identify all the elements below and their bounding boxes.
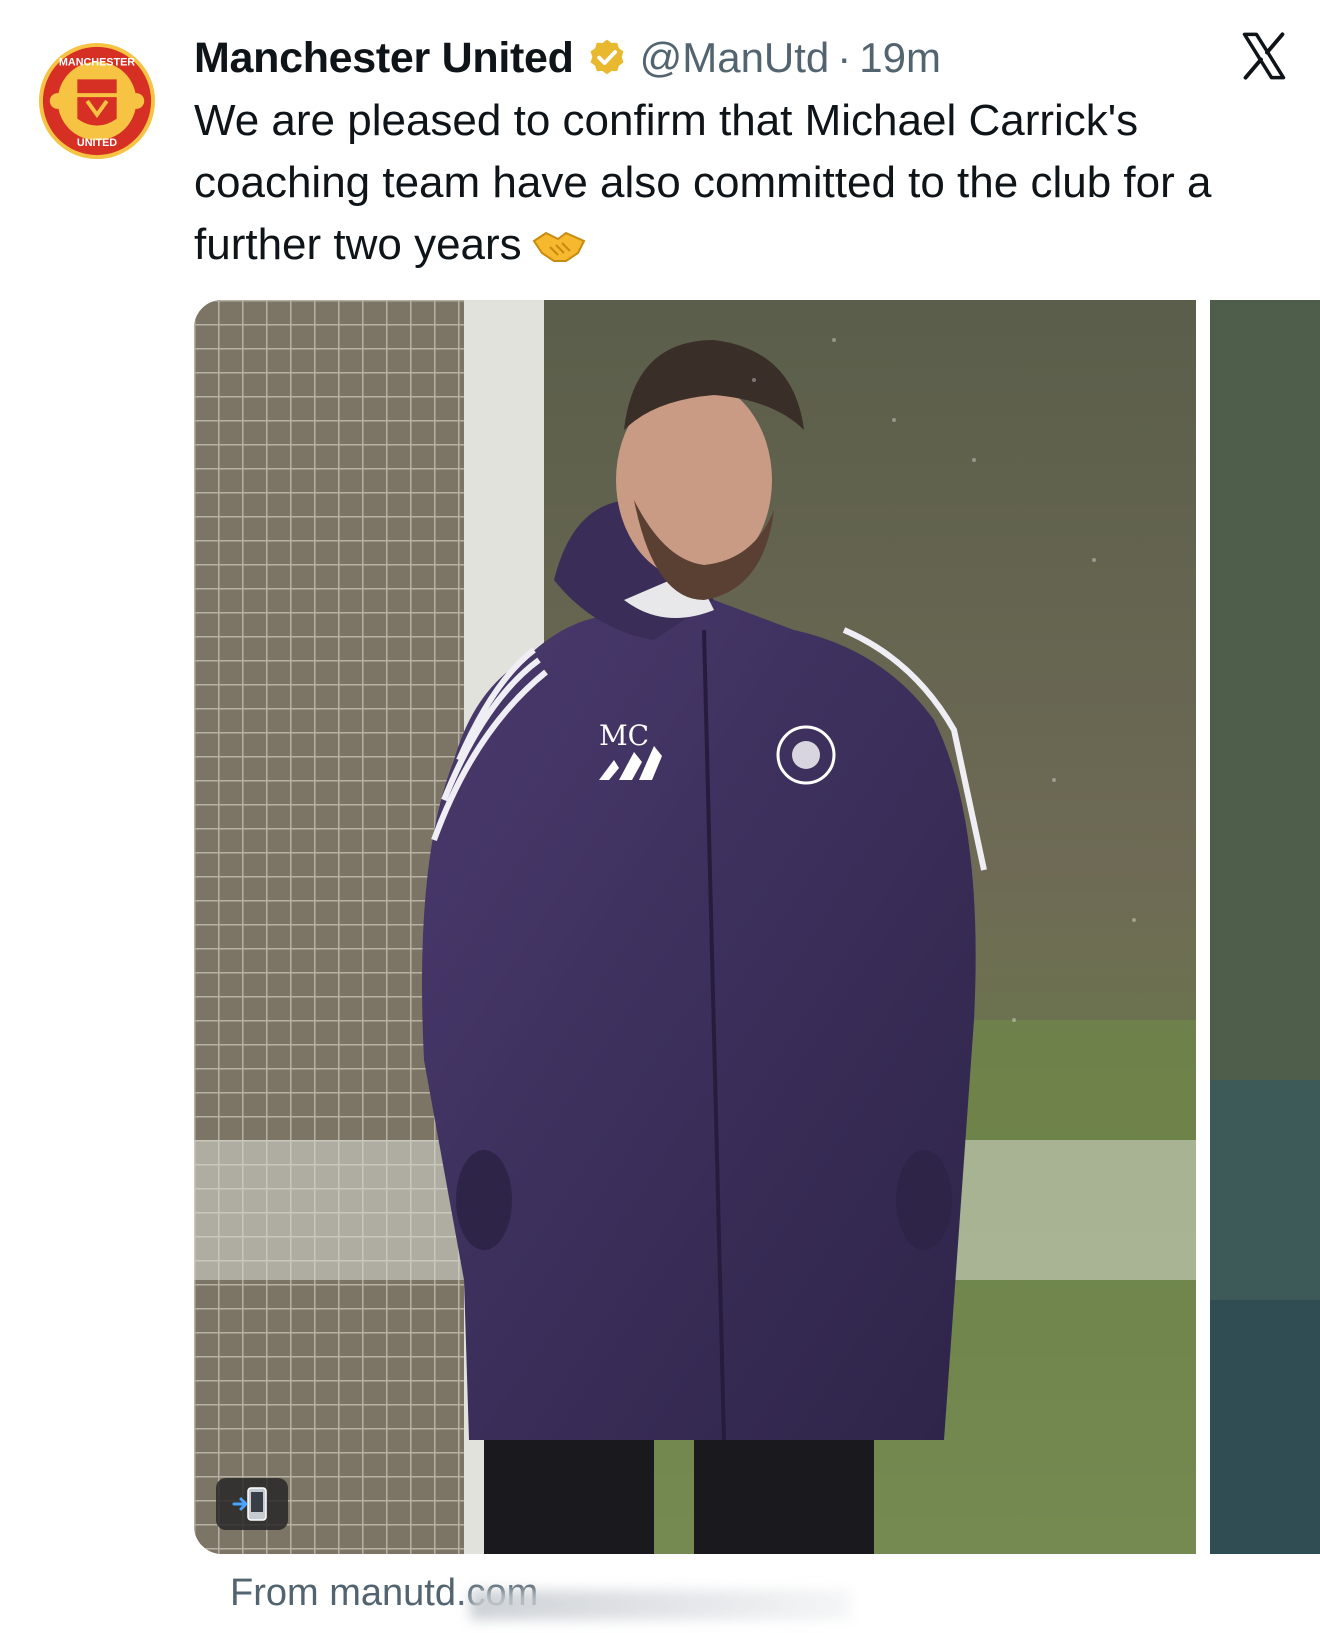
verified-badge-icon[interactable] [586, 37, 628, 79]
photo-coach-in-rain: MC [194, 300, 1196, 1554]
svg-text:UNITED: UNITED [77, 137, 117, 149]
tweet-header: Manchester United @ManUtd · 19m [194, 28, 941, 88]
tweet-photo[interactable]: MC [194, 300, 1196, 1554]
display-name[interactable]: Manchester United [194, 34, 574, 83]
manchester-united-crest-icon: MANCHESTER UNITED [38, 42, 156, 160]
app-badge[interactable] [216, 1478, 288, 1530]
tweet-body: We are pleased to confirm that Michael C… [194, 90, 1294, 276]
handshake-emoji-icon [532, 232, 586, 263]
avatar[interactable]: MANCHESTER UNITED [38, 42, 156, 160]
tweet-text: We are pleased to confirm that Michael C… [194, 96, 1212, 269]
svg-text:MANCHESTER: MANCHESTER [59, 57, 135, 69]
mobile-phone-arrow-icon [232, 1487, 267, 1521]
photo-second-thumbnail [1210, 300, 1320, 1554]
account-handle[interactable]: @ManUtd [640, 34, 830, 82]
x-logo-icon[interactable] [1238, 30, 1290, 82]
jacket-initials: MC [599, 719, 649, 752]
timestamp[interactable]: 19m [859, 34, 941, 82]
tweet-photo-second[interactable] [1210, 300, 1320, 1554]
blurred-text-overlay [470, 1590, 850, 1620]
separator-dot: · [837, 34, 852, 81]
